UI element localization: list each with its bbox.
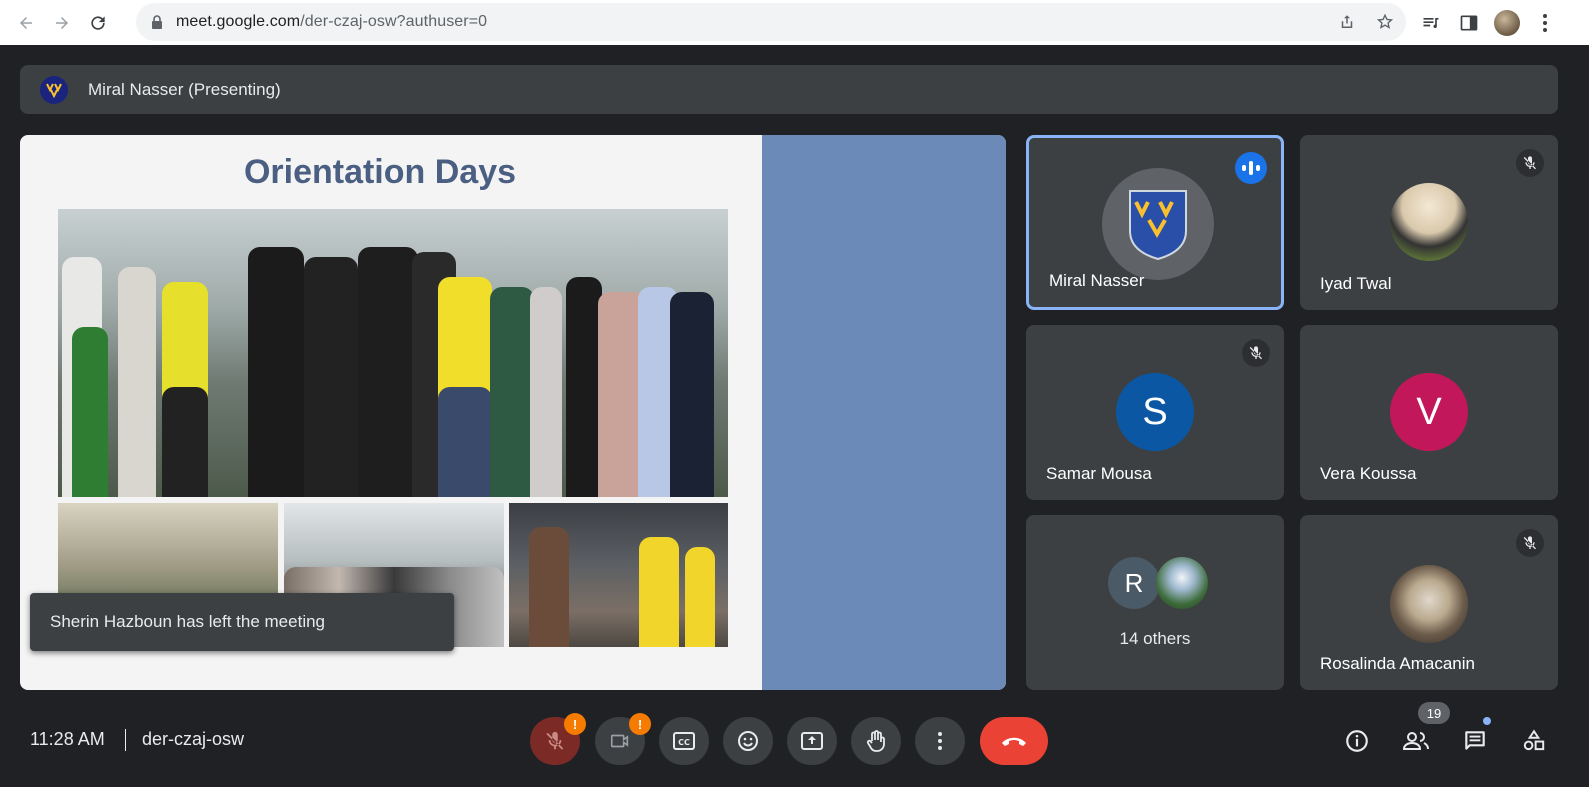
microphone-button[interactable]: ! <box>530 713 586 765</box>
share-icon[interactable] <box>1336 11 1358 33</box>
toast-message: Sherin Hazboun has left the meeting <box>50 612 326 631</box>
slide-title: Orientation Days <box>243 153 517 191</box>
browser-toolbar: meet.google.com/der-czaj-osw?authuser=0 <box>0 0 1589 45</box>
meeting-code: der-czaj-osw <box>142 729 245 749</box>
meeting-details-button[interactable] <box>1341 725 1373 757</box>
more-vert-icon <box>938 732 942 750</box>
back-icon[interactable] <box>8 5 44 41</box>
participant-tile-others[interactable]: R 14 others <box>1026 515 1284 690</box>
participant-avatar <box>1102 168 1214 280</box>
browser-menu-icon[interactable] <box>1532 10 1558 36</box>
leave-call-button[interactable] <box>980 717 1048 765</box>
mic-off-icon <box>546 731 564 750</box>
participant-avatar <box>1390 565 1468 643</box>
url-path: /der-czaj-osw?authuser=0 <box>300 13 488 30</box>
closed-captions-icon: CC <box>673 732 695 750</box>
captions-button[interactable]: CC <box>659 717 709 765</box>
present-now-button[interactable] <box>787 717 837 765</box>
media-controls-icon[interactable] <box>1418 10 1444 36</box>
participant-avatar: S <box>1116 373 1194 451</box>
mic-muted-icon <box>1516 529 1544 557</box>
participant-tile-miral-nasser[interactable]: Miral Nasser <box>1026 135 1284 310</box>
presenter-label: Miral Nasser (Presenting) <box>88 79 281 99</box>
people-button[interactable] <box>1400 725 1432 757</box>
activities-shapes-icon <box>1523 729 1545 751</box>
chat-button[interactable] <box>1459 725 1491 757</box>
reactions-button[interactable] <box>723 717 773 765</box>
participant-count-badge: 19 <box>1418 702 1450 724</box>
participant-name: Rosalinda Amacanin <box>1320 654 1475 673</box>
presenter-avatar <box>40 75 68 104</box>
chat-unread-dot <box>1483 717 1491 725</box>
camera-off-icon <box>610 734 629 748</box>
participant-name: Iyad Twal <box>1320 274 1392 293</box>
meeting-time: 11:28 AM <box>30 729 105 749</box>
participant-avatar <box>1390 183 1468 261</box>
bottom-divider <box>125 729 126 751</box>
present-screen-icon <box>801 732 823 750</box>
raise-hand-icon <box>866 730 885 752</box>
participant-avatar: V <box>1390 373 1468 451</box>
side-panel-icon[interactable] <box>1456 10 1482 36</box>
bookmark-star-icon[interactable] <box>1374 11 1396 33</box>
url-text: meet.google.com/der-czaj-osw?authuser=0 <box>176 13 487 31</box>
emoji-icon <box>738 731 758 751</box>
warning-badge: ! <box>629 713 651 735</box>
participant-tile-rosalinda-amacanin[interactable]: Rosalinda Amacanin <box>1300 515 1558 690</box>
camera-button[interactable]: ! <box>595 713 651 765</box>
reload-icon[interactable] <box>80 5 116 41</box>
notification-toast: Sherin Hazboun has left the meeting <box>30 593 454 651</box>
lock-icon[interactable] <box>150 14 164 30</box>
address-bar[interactable]: meet.google.com/der-czaj-osw?authuser=0 <box>136 3 1406 41</box>
url-host: meet.google.com <box>176 13 301 30</box>
svg-text:CC: CC <box>678 738 690 747</box>
participant-avatar: R <box>1108 557 1160 609</box>
warning-badge: ! <box>564 713 586 735</box>
mic-muted-icon <box>1516 149 1544 177</box>
participant-tile-samar-mousa[interactable]: S Samar Mousa <box>1026 325 1284 500</box>
speaking-indicator-icon <box>1235 152 1267 184</box>
crest-icon <box>46 83 62 98</box>
participant-tile-vera-koussa[interactable]: V Vera Koussa <box>1300 325 1558 500</box>
crest-icon <box>1129 190 1187 260</box>
slide-main-photo <box>58 209 728 497</box>
info-icon <box>1346 730 1368 752</box>
participant-name: Samar Mousa <box>1046 464 1152 483</box>
participant-name: Vera Koussa <box>1320 464 1417 483</box>
profile-avatar[interactable] <box>1494 9 1520 36</box>
forward-icon[interactable] <box>44 5 80 41</box>
chat-icon <box>1465 731 1485 750</box>
participant-name: Miral Nasser <box>1049 271 1145 290</box>
activities-button[interactable] <box>1518 725 1550 757</box>
slide-side-bar <box>762 135 1006 690</box>
mic-muted-icon <box>1242 339 1270 367</box>
participant-tile-iyad-twal[interactable]: Iyad Twal <box>1300 135 1558 310</box>
raise-hand-button[interactable] <box>851 717 901 765</box>
others-count-label: 14 others <box>1119 629 1191 648</box>
presenter-banner: Miral Nasser (Presenting) <box>20 65 1558 114</box>
end-call-icon <box>1002 737 1026 746</box>
participant-avatar <box>1156 557 1208 609</box>
people-icon <box>1402 732 1429 750</box>
more-options-button[interactable] <box>915 717 965 765</box>
slide-photo-3 <box>509 503 728 647</box>
